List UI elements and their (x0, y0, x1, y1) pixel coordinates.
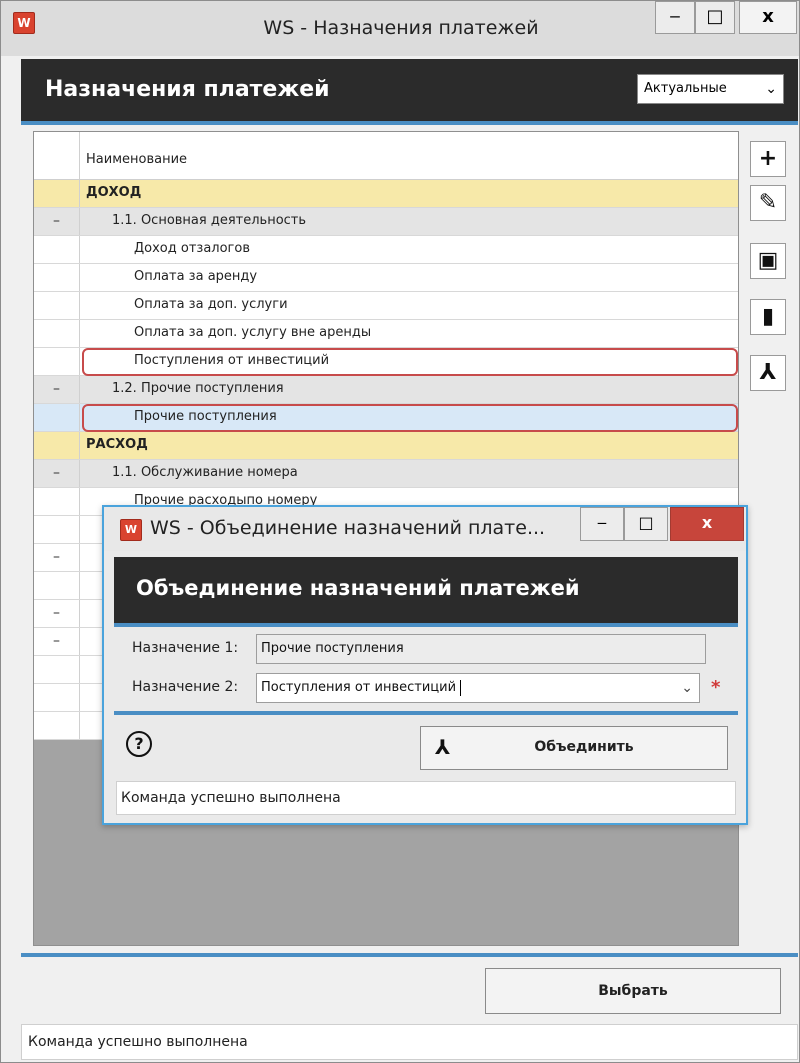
plus-icon: + (758, 146, 778, 171)
tree-row-label: РАСХОД (86, 437, 148, 452)
dialog-titlebar[interactable]: W WS - Объединение назначений плате... ‒… (104, 507, 746, 551)
collapse-toggle[interactable]: – (34, 376, 80, 403)
merge-tool-button[interactable]: ⅄ (750, 355, 786, 391)
field2-value: Поступления от инвестиций (261, 680, 457, 695)
collapse-toggle[interactable]: – (34, 544, 80, 571)
expand-column-header (34, 132, 80, 180)
merge-button-label: Объединить (534, 739, 634, 755)
delete-button[interactable]: ▮ (750, 299, 786, 335)
required-asterisk: * (711, 677, 721, 698)
tree-row[interactable]: Прочие поступления (34, 404, 738, 432)
tree-row-label: 1.2. Прочие поступления (112, 381, 284, 396)
row-gutter (34, 320, 80, 347)
tree-row[interactable]: Доход отзалогов (34, 236, 738, 264)
tree-row[interactable]: – 1.1. Обслуживание номера (34, 460, 738, 488)
tree-row-label: ДОХОД (86, 185, 142, 200)
accent-bar (21, 121, 798, 125)
dialog-divider (114, 711, 738, 715)
page-title: Назначения платежей (45, 77, 330, 102)
dialog-status-bar: Команда успешно выполнена (116, 781, 736, 815)
row-gutter (34, 404, 80, 431)
row-gutter (34, 516, 80, 543)
tree-row-label: Оплата за аренду (134, 269, 258, 284)
page-header: Назначения платежей Актуальные ⌄ (21, 59, 798, 121)
tree-row-label: Оплата за доп. услуги (134, 297, 288, 312)
row-gutter (34, 292, 80, 319)
filter-select[interactable]: Актуальные ⌄ (637, 74, 784, 104)
field1-label: Назначение 1: (132, 640, 239, 656)
row-gutter (34, 432, 80, 459)
close-button[interactable]: x (739, 1, 797, 34)
dialog-minimize-button[interactable]: ‒ (580, 507, 624, 541)
collapse-toggle[interactable]: – (34, 600, 80, 627)
row-gutter (34, 264, 80, 291)
archive-button[interactable]: ▣ (750, 243, 786, 279)
highlight-frame (82, 348, 738, 376)
tree-row-label: Доход отзалогов (134, 241, 250, 256)
trash-icon: ▮ (761, 304, 775, 329)
collapse-toggle[interactable]: – (34, 208, 80, 235)
dialog-maximize-button[interactable]: □ (624, 507, 668, 541)
dialog-header: Объединение назначений платежей (114, 557, 738, 623)
text-caret (460, 679, 462, 696)
dialog-title: WS - Объединение назначений плате... (150, 517, 546, 539)
maximize-button[interactable]: □ (695, 1, 735, 34)
row-gutter (34, 236, 80, 263)
tree-row[interactable]: – 1.1. Основная деятельность (34, 208, 738, 236)
tree-row-label: 1.1. Основная деятельность (112, 213, 307, 228)
field2-combobox[interactable]: Поступления от инвестиций ⌄ (256, 673, 700, 703)
row-gutter (34, 180, 80, 207)
filter-select-value: Актуальные (644, 81, 727, 96)
tree-row[interactable]: ДОХОД (34, 180, 738, 208)
tree-row[interactable]: Оплата за доп. услугу вне аренды (34, 320, 738, 348)
ws-logo-icon: W (120, 519, 142, 541)
field2-label: Назначение 2: (132, 679, 239, 695)
row-gutter (34, 348, 80, 375)
merge-icon: ⅄ (759, 360, 777, 385)
add-button[interactable]: + (750, 141, 786, 177)
column-header-name[interactable]: Наименование (86, 152, 187, 167)
edit-button[interactable]: ✎ (750, 185, 786, 221)
tree-row-label: Оплата за доп. услугу вне аренды (134, 325, 372, 340)
tree-row[interactable]: Поступления от инвестиций (34, 348, 738, 376)
row-gutter (34, 712, 80, 739)
merge-dialog: W WS - Объединение назначений плате... ‒… (102, 505, 748, 825)
row-gutter (34, 684, 80, 711)
chevron-down-icon[interactable]: ⌄ (681, 674, 693, 702)
dialog-header-title: Объединение назначений платежей (136, 576, 580, 600)
pencil-icon: ✎ (758, 190, 778, 215)
bottom-accent-bar (21, 953, 798, 957)
chevron-down-icon: ⌄ (765, 81, 777, 97)
dialog-accent-bar (114, 623, 738, 627)
dialog-close-button[interactable]: x (670, 507, 744, 541)
tree-row[interactable]: Оплата за аренду (34, 264, 738, 292)
help-icon[interactable]: ? (126, 731, 152, 757)
minimize-button[interactable]: ‒ (655, 1, 695, 34)
select-button[interactable]: Выбрать (485, 968, 781, 1014)
tree-row-label: 1.1. Обслуживание номера (112, 465, 298, 480)
merge-button[interactable]: ⅄ Объединить (420, 726, 728, 770)
collapse-toggle[interactable]: – (34, 460, 80, 487)
row-gutter (34, 572, 80, 599)
row-gutter (34, 488, 80, 515)
row-gutter (34, 656, 80, 683)
tree-row[interactable]: Оплата за доп. услуги (34, 292, 738, 320)
archive-icon: ▣ (757, 248, 779, 273)
collapse-toggle[interactable]: – (34, 628, 80, 655)
tree-row[interactable]: РАСХОД (34, 432, 738, 460)
grid-header: Наименование (34, 132, 738, 180)
status-bar: Команда успешно выполнена (21, 1024, 798, 1060)
highlight-frame (82, 404, 738, 432)
tree-row[interactable]: – 1.2. Прочие поступления (34, 376, 738, 404)
main-titlebar[interactable]: W WS - Назначения платежей ‒ □ x (1, 1, 799, 56)
field1-input: Прочие поступления (256, 634, 706, 664)
